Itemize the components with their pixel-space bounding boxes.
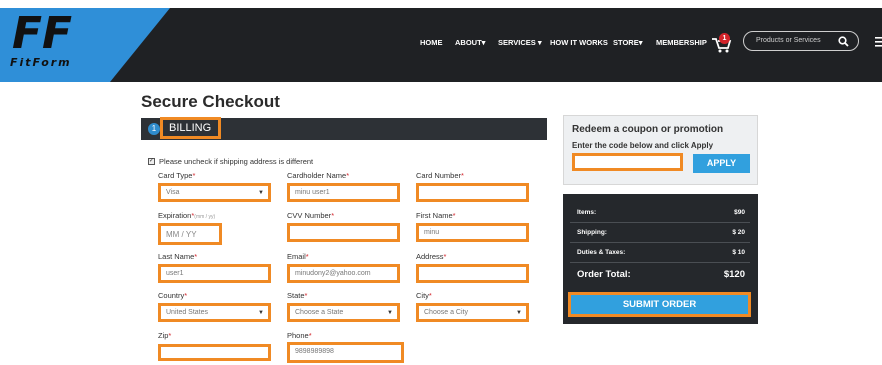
first-name-label: First Name* bbox=[416, 211, 456, 220]
coupon-title: Redeem a coupon or promotion bbox=[572, 124, 724, 135]
expiration-label: Expiration*(mm / yy) bbox=[158, 211, 216, 220]
logo[interactable]: FF bbox=[0, 8, 200, 82]
cardholder-label: Cardholder Name* bbox=[287, 171, 350, 180]
page-title: Secure Checkout bbox=[141, 92, 280, 111]
chevron-down-icon: ▼ bbox=[258, 190, 264, 196]
state-select[interactable]: Choose a State ▼ bbox=[287, 303, 400, 322]
submit-order-button[interactable]: SUBMIT ORDER bbox=[568, 292, 751, 317]
country-select[interactable]: United States ▼ bbox=[158, 303, 271, 322]
state-value: Choose a State bbox=[295, 309, 344, 316]
search-placeholder: Products or Services bbox=[756, 37, 821, 44]
items-row: Items: $90 bbox=[577, 209, 745, 216]
apply-button[interactable]: APPLY bbox=[693, 154, 750, 173]
city-select[interactable]: Choose a City ▼ bbox=[416, 303, 529, 322]
phone-value: 9898989898 bbox=[295, 348, 334, 355]
state-label: State* bbox=[287, 291, 308, 300]
last-name-input[interactable]: user1 bbox=[158, 264, 271, 283]
shipping-row: Shipping: $ 20 bbox=[577, 229, 745, 236]
address-label: Address* bbox=[416, 252, 447, 261]
email-input[interactable]: minudony2@yahoo.com bbox=[287, 264, 400, 283]
country-label: Country* bbox=[158, 291, 188, 300]
nav-about[interactable]: ABOUT▾ bbox=[455, 38, 485, 47]
coupon-code-input[interactable] bbox=[572, 153, 683, 171]
cvv-label: CVV Number* bbox=[287, 211, 335, 220]
nav-services[interactable]: SERVICES ▾ bbox=[498, 38, 542, 47]
svg-text:FF: FF bbox=[12, 8, 72, 59]
last-name-value: user1 bbox=[166, 270, 184, 277]
zip-input[interactable] bbox=[158, 344, 271, 361]
first-name-input[interactable]: minu bbox=[416, 223, 529, 242]
checkbox[interactable]: ✓ bbox=[148, 158, 155, 165]
cvv-input[interactable] bbox=[287, 223, 400, 242]
address-input[interactable] bbox=[416, 264, 529, 283]
nav-how-it-works[interactable]: HOW IT WORKS bbox=[550, 38, 608, 47]
phone-label: Phone* bbox=[287, 331, 312, 340]
divider bbox=[570, 262, 750, 263]
card-number-label: Card Number* bbox=[416, 171, 464, 180]
cart-count-badge: 1 bbox=[719, 33, 730, 44]
expiration-input[interactable]: MM / YY bbox=[158, 223, 222, 245]
duties-row: Duties & Taxes: $ 10 bbox=[577, 249, 745, 256]
card-number-input[interactable] bbox=[416, 183, 529, 202]
email-value: minudony2@yahoo.com bbox=[295, 270, 371, 277]
country-value: United States bbox=[166, 309, 209, 316]
search-icon[interactable] bbox=[838, 36, 849, 47]
last-name-label: Last Name* bbox=[158, 252, 198, 261]
email-label: Email* bbox=[287, 252, 309, 261]
zip-label: Zip* bbox=[158, 331, 172, 340]
expiration-value: MM / YY bbox=[166, 230, 197, 239]
cardholder-value: minu user1 bbox=[295, 189, 330, 196]
first-name-value: minu bbox=[424, 229, 440, 236]
step-number: 1 bbox=[148, 123, 160, 135]
city-value: Choose a City bbox=[424, 309, 468, 316]
coupon-subtitle: Enter the code below and click Apply bbox=[572, 141, 714, 150]
search-input[interactable]: Products or Services bbox=[743, 31, 859, 51]
chevron-down-icon: ▼ bbox=[387, 310, 393, 316]
nav-store[interactable]: STORE▾ bbox=[613, 38, 642, 47]
nav-home[interactable]: HOME bbox=[420, 38, 443, 47]
cardholder-input[interactable]: minu user1 bbox=[287, 183, 400, 202]
phone-input[interactable]: 9898989898 bbox=[287, 342, 404, 363]
chevron-down-icon: ▼ bbox=[516, 310, 522, 316]
nav-membership[interactable]: MEMBERSHIP bbox=[656, 38, 707, 47]
card-type-select[interactable]: Visa ▼ bbox=[158, 183, 271, 202]
menu-icon[interactable] bbox=[875, 36, 882, 48]
checkbox-label: Please uncheck if shipping address is di… bbox=[159, 157, 314, 166]
order-total-row: Order Total: $120 bbox=[577, 269, 745, 280]
card-type-label: Card Type* bbox=[158, 171, 196, 180]
divider bbox=[570, 222, 750, 223]
divider bbox=[570, 242, 750, 243]
header-top-gap bbox=[0, 0, 882, 8]
same-address-checkbox-row[interactable]: ✓ Please uncheck if shipping address is … bbox=[148, 157, 313, 166]
billing-label: BILLING bbox=[169, 122, 212, 134]
card-type-value: Visa bbox=[166, 189, 180, 196]
chevron-down-icon: ▼ bbox=[258, 310, 264, 316]
logo-text: FitForm bbox=[10, 56, 72, 69]
city-label: City* bbox=[416, 291, 432, 300]
